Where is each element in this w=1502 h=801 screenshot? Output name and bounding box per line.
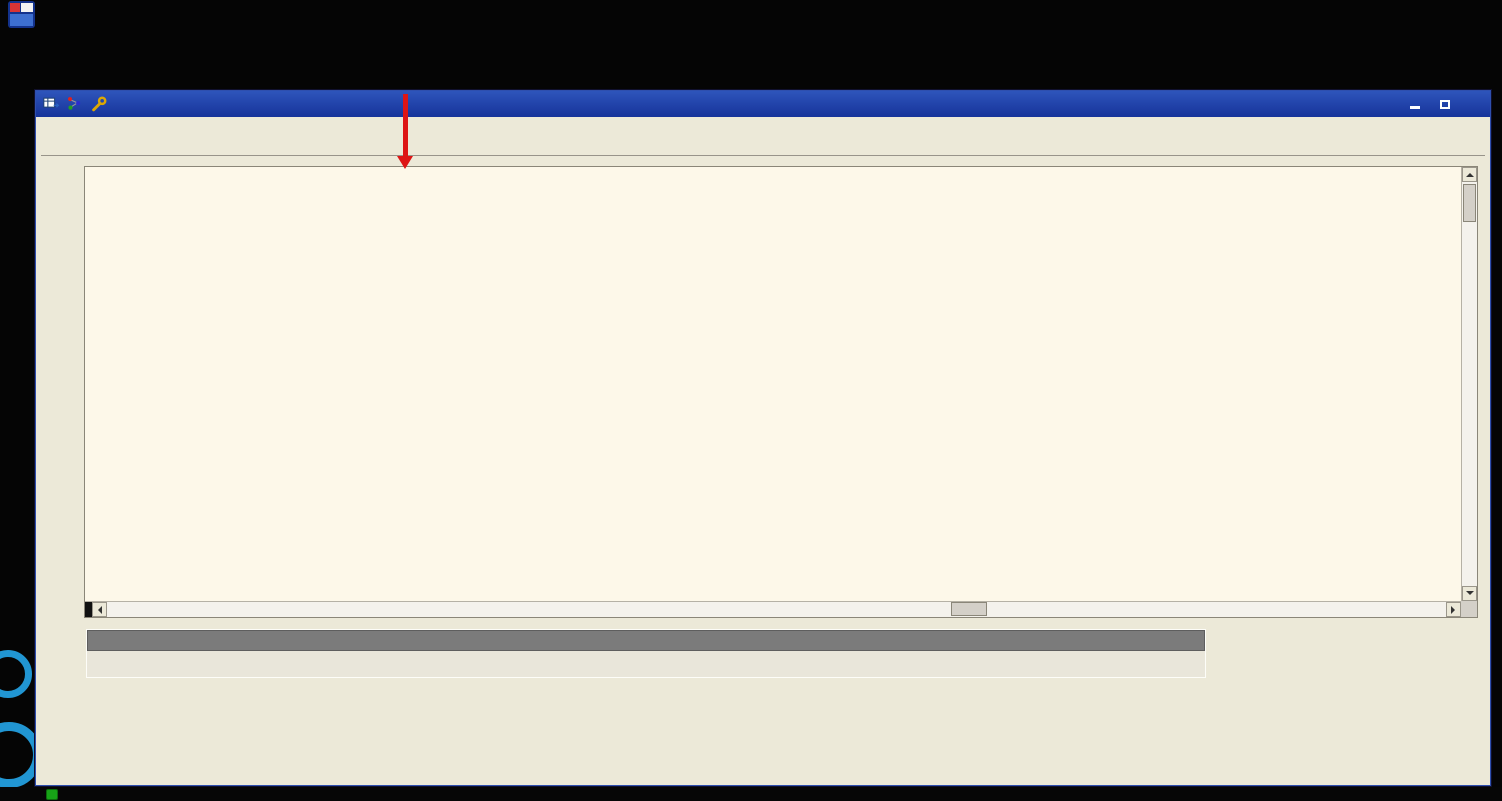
grid-header-row	[85, 167, 1461, 191]
desktop-decoration	[0, 650, 32, 698]
clients-grid	[84, 166, 1478, 618]
menubar	[0, 58, 1502, 84]
scroll-up-button[interactable]	[1462, 167, 1477, 182]
scrollbar-corner	[1461, 601, 1477, 617]
vertical-scrollbar[interactable]	[1461, 167, 1477, 601]
desktop	[0, 0, 1502, 801]
grid-viewport	[85, 167, 1461, 601]
vertical-scroll-thumb[interactable]	[1463, 184, 1476, 222]
scroll-left-button[interactable]	[92, 602, 107, 617]
scroll-down-button[interactable]	[1462, 586, 1477, 601]
totals-panel	[86, 629, 1206, 678]
statusbar	[0, 787, 1502, 801]
maximize-button[interactable]	[1436, 96, 1454, 112]
app-logo-icon	[8, 1, 35, 28]
horizontal-scrollbar[interactable]	[85, 601, 1461, 617]
scrollbar-cap	[85, 602, 92, 617]
scroll-right-button[interactable]	[1446, 602, 1461, 617]
close-button[interactable]	[1466, 96, 1484, 112]
main-toolbar	[0, 0, 1502, 55]
titlebar[interactable]	[36, 91, 1490, 117]
grid-export-icon[interactable]	[42, 95, 60, 113]
status-icon	[46, 788, 58, 800]
horizontal-scroll-track[interactable]	[107, 602, 1446, 617]
totals-title	[87, 630, 1205, 651]
app-window	[35, 90, 1491, 786]
window-controls	[1406, 96, 1484, 112]
wrench-icon[interactable]	[90, 95, 108, 113]
tree-icon[interactable]	[66, 95, 84, 113]
tab-strip	[41, 128, 1485, 156]
horizontal-scroll-thumb[interactable]	[950, 602, 987, 616]
minimize-button[interactable]	[1406, 96, 1424, 112]
totals-stats	[87, 651, 1205, 677]
